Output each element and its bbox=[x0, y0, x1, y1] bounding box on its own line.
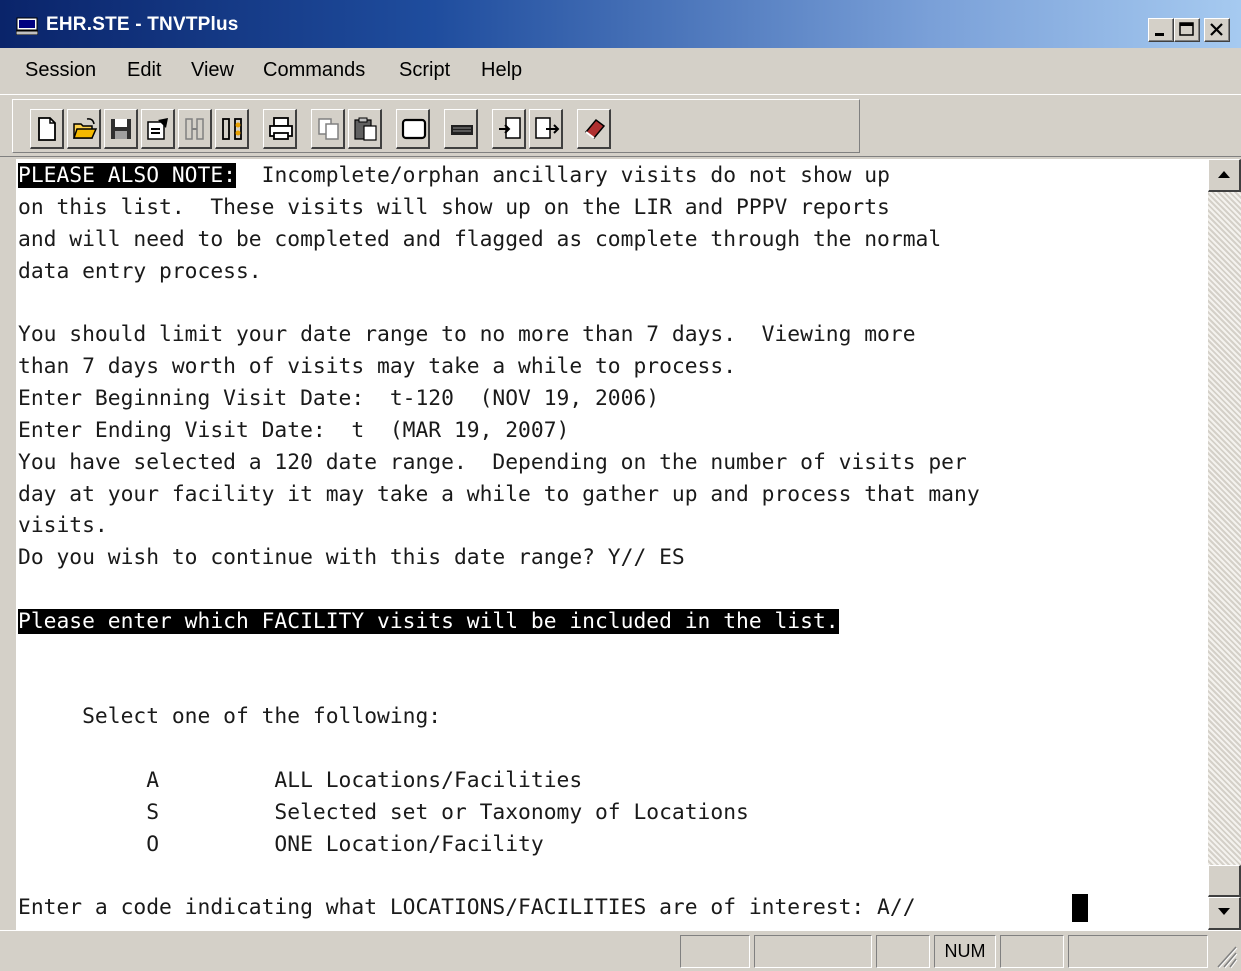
receive-file-button[interactable] bbox=[529, 109, 563, 149]
disconnect-icon bbox=[222, 118, 242, 140]
help-book-icon bbox=[584, 118, 606, 140]
arrow-up-icon bbox=[1218, 171, 1230, 178]
scroll-thumb[interactable] bbox=[1208, 865, 1241, 897]
menu-script[interactable]: Script bbox=[399, 59, 450, 82]
terminal-line: Do you wish to continue with this date r… bbox=[18, 545, 685, 570]
arrow-down-icon bbox=[1218, 908, 1230, 915]
save-disk-icon bbox=[111, 119, 131, 139]
terminal-line: and will need to be completed and flagge… bbox=[18, 227, 942, 252]
menu-session[interactable]: Session bbox=[25, 59, 96, 82]
open-folder-icon bbox=[72, 118, 98, 139]
terminal-line: on this list. These visits will show up … bbox=[18, 195, 890, 220]
copy-button[interactable] bbox=[311, 109, 345, 149]
minimize-icon bbox=[1155, 33, 1164, 36]
print-icon bbox=[269, 117, 293, 140]
status-bar: NUM bbox=[0, 930, 1241, 971]
terminal-line: day at your facility it may take a while… bbox=[18, 482, 980, 507]
toolbar-strip bbox=[12, 99, 860, 153]
terminal-line: You have selected a 120 date range. Depe… bbox=[18, 450, 967, 475]
status-panel bbox=[754, 935, 872, 968]
maximize-button[interactable] bbox=[1174, 18, 1200, 42]
menu-edit[interactable]: Edit bbox=[127, 59, 161, 82]
terminal-line: Enter Ending Visit Date: t (MAR 19, 2007… bbox=[18, 418, 570, 443]
terminal-screen[interactable]: PLEASE ALSO NOTE: Incomplete/orphan anci… bbox=[16, 159, 1208, 930]
terminal-line: than 7 days worth of visits may take a w… bbox=[18, 354, 737, 379]
facility-prompt-highlight: Please enter which FACILITY visits will … bbox=[18, 609, 839, 634]
send-file-button[interactable] bbox=[492, 109, 526, 149]
keyboard-icon bbox=[451, 125, 473, 135]
terminal-line: Please enter which FACILITY visits will … bbox=[18, 608, 839, 636]
app-window: EHR.STE - TNVTPlus Session Edit View Com… bbox=[0, 0, 1241, 971]
status-panel bbox=[1068, 935, 1208, 968]
terminal-line: A ALL Locations/Facilities bbox=[18, 768, 583, 793]
terminal-line: PLEASE ALSO NOTE: Incomplete/orphan anci… bbox=[18, 163, 890, 188]
keyboard-button[interactable] bbox=[444, 109, 478, 149]
note-highlight: PLEASE ALSO NOTE: bbox=[18, 163, 236, 188]
title-bar[interactable]: EHR.STE - TNVTPlus bbox=[0, 0, 1241, 48]
scroll-up-button[interactable] bbox=[1208, 159, 1241, 192]
resize-grip-icon[interactable] bbox=[1212, 939, 1238, 969]
terminal-app-icon bbox=[16, 17, 38, 35]
num-lock-indicator: NUM bbox=[934, 935, 996, 968]
help-button[interactable] bbox=[577, 109, 611, 149]
terminal-cursor bbox=[1072, 894, 1088, 922]
properties-button[interactable] bbox=[141, 109, 175, 149]
menu-bar: Session Edit View Commands Script Help bbox=[0, 48, 1241, 94]
save-button[interactable] bbox=[104, 109, 138, 149]
close-icon bbox=[1210, 23, 1223, 36]
paste-icon bbox=[354, 117, 377, 141]
close-button[interactable] bbox=[1204, 18, 1230, 42]
menu-view[interactable]: View bbox=[191, 59, 234, 82]
copy-icon bbox=[318, 118, 339, 140]
terminal-line: data entry process. bbox=[18, 259, 262, 284]
send-file-icon bbox=[499, 117, 521, 139]
menu-commands[interactable]: Commands bbox=[263, 59, 365, 82]
terminal-line: Select one of the following: bbox=[18, 704, 442, 729]
receive-file-icon bbox=[535, 117, 560, 139]
window-title: EHR.STE - TNVTPlus bbox=[46, 14, 239, 35]
terminal-line: O ONE Location/Facility bbox=[18, 832, 544, 857]
status-panel bbox=[680, 935, 750, 968]
maximize-icon bbox=[1179, 22, 1194, 36]
connect-icon bbox=[185, 118, 204, 140]
scroll-down-button[interactable] bbox=[1208, 897, 1241, 930]
properties-icon bbox=[147, 118, 168, 140]
window-icon bbox=[401, 118, 427, 140]
new-document-icon bbox=[38, 117, 56, 141]
status-panel bbox=[1000, 935, 1064, 968]
terminal-input-line[interactable]: Enter a code indicating what LOCATIONS/F… bbox=[18, 894, 928, 922]
terminal-line: visits. bbox=[18, 513, 108, 538]
disconnect-button[interactable] bbox=[215, 109, 249, 149]
toolbar bbox=[0, 94, 1241, 157]
terminal-line: S Selected set or Taxonomy of Locations bbox=[18, 800, 749, 825]
terminal-line: You should limit your date range to no m… bbox=[18, 322, 916, 347]
open-button[interactable] bbox=[67, 109, 101, 149]
window-button[interactable] bbox=[396, 109, 430, 149]
vertical-scrollbar[interactable] bbox=[1208, 159, 1241, 930]
minimize-button[interactable] bbox=[1148, 18, 1174, 42]
new-button[interactable] bbox=[30, 109, 64, 149]
terminal-line: Enter Beginning Visit Date: t-120 (NOV 1… bbox=[18, 386, 660, 411]
connect-button[interactable] bbox=[178, 109, 212, 149]
status-panel bbox=[876, 935, 930, 968]
paste-button[interactable] bbox=[348, 109, 382, 149]
menu-help[interactable]: Help bbox=[481, 59, 522, 82]
print-button[interactable] bbox=[263, 109, 297, 149]
